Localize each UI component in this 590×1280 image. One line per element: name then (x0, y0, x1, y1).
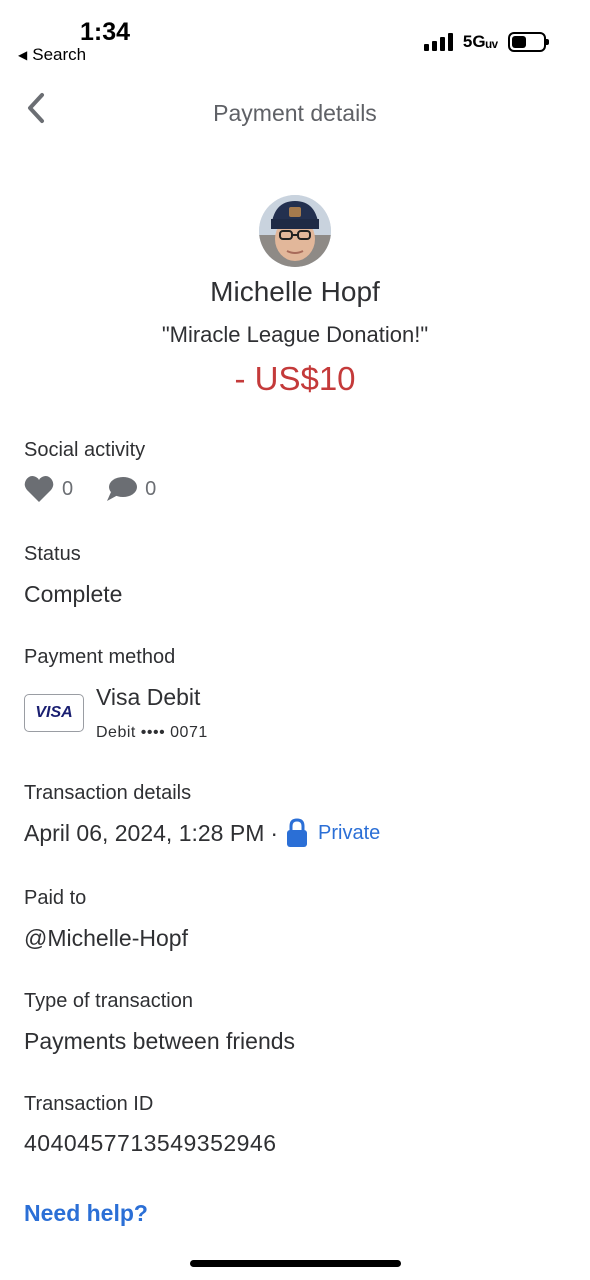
visa-card-icon: VISA (24, 694, 84, 732)
recipient-name: Michelle Hopf (210, 276, 380, 307)
back-to-search-link[interactable]: ◀ Search (18, 45, 86, 65)
status-time: 1:34 (80, 18, 131, 46)
cellular-signal-icon (423, 33, 453, 51)
back-triangle-icon: ◀ (18, 48, 28, 62)
payment-method-label: Payment method (24, 646, 176, 668)
need-help-link[interactable]: Need help? (24, 1200, 148, 1227)
transaction-type-value: Payments between friends (24, 1028, 296, 1054)
payment-method-name: Visa Debit (96, 684, 201, 710)
payment-amount: - US$10 (234, 360, 356, 397)
comment-icon[interactable] (107, 476, 138, 502)
payment-note: "Miracle League Donation!" (161, 322, 429, 347)
privacy-setting[interactable]: Private (318, 822, 380, 845)
social-activity-row: 0 0 (24, 475, 156, 503)
separator-dot: · (270, 819, 279, 846)
network-type: 5Gᵤᵥ (462, 32, 498, 51)
lock-icon[interactable] (286, 818, 308, 848)
avatar[interactable] (259, 195, 331, 267)
comment-count: 0 (145, 477, 157, 500)
paid-to-value[interactable]: @Michelle-Hopf (24, 925, 188, 952)
transaction-id-label: Transaction ID (24, 1093, 154, 1115)
transaction-type-label: Type of transaction (24, 990, 193, 1012)
heart-icon[interactable] (24, 475, 54, 503)
transaction-details-row: April 06, 2024, 1:28 PM · Private (24, 818, 380, 848)
status-label: Status (24, 543, 81, 565)
status-indicators: 5Gᵤᵥ (423, 32, 549, 52)
home-indicator[interactable] (190, 1260, 401, 1267)
transaction-datetime: April 06, 2024, 1:28 PM (24, 819, 265, 846)
transaction-details-label: Transaction details (24, 782, 192, 804)
battery-icon (508, 32, 549, 52)
paid-to-label: Paid to (24, 887, 87, 909)
status-value: Complete (24, 581, 123, 607)
like-count: 0 (62, 477, 74, 500)
payment-details-screen: 1:34 ◀ Search 5Gᵤᵥ Payment details Miche… (0, 0, 590, 1280)
social-activity-label: Social activity (24, 439, 146, 461)
avatar-image (259, 195, 331, 267)
payment-method-detail: Debit •••• 0071 (96, 724, 208, 741)
page-title: Payment details (213, 100, 377, 126)
back-to-search-label: Search (32, 45, 87, 64)
transaction-id-value: 4040457713549352946 (24, 1130, 277, 1156)
